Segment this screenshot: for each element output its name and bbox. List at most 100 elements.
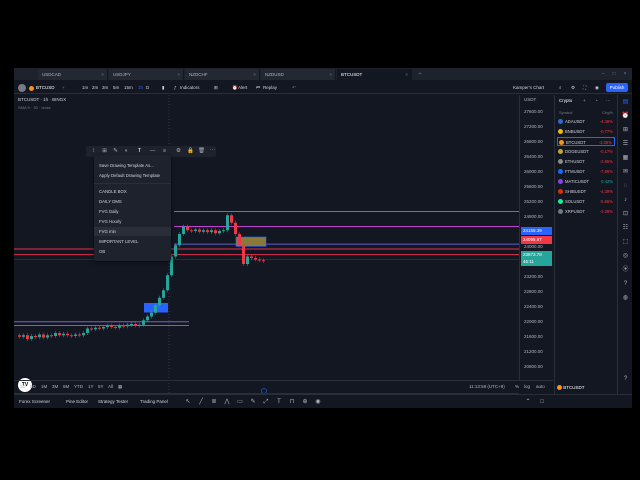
replay-icon[interactable]: ⏮ — [256, 84, 260, 92]
undo-icon[interactable]: ↶ — [292, 84, 296, 92]
watchlist-row[interactable]: SOLUSDT -5.66% — [557, 197, 615, 206]
calculator-icon[interactable]: ⊡ — [621, 210, 630, 219]
range-5d[interactable]: 5D — [30, 384, 36, 389]
price-scale[interactable]: USDT 27600.00 27200.00 26800.00 26400.00 260… — [519, 95, 553, 380]
indicators-button[interactable]: Indicators — [180, 84, 200, 92]
tab-pine-editor[interactable]: Pine Editor — [66, 399, 88, 404]
watchlist-row[interactable]: XRPUSDT -3.28% — [557, 207, 615, 216]
price-chart[interactable] — [14, 95, 519, 394]
window-close-icon[interactable]: × — [621, 70, 629, 78]
range-1d[interactable]: 1D — [20, 384, 26, 389]
range-1y[interactable]: 1Y — [88, 384, 94, 389]
interval-1m[interactable]: 1m — [82, 84, 88, 92]
log-toggle[interactable]: log — [524, 384, 530, 389]
menu-item-important-level[interactable]: IMPORTANT LEVEL — [99, 237, 138, 246]
close-icon[interactable]: × — [329, 69, 332, 80]
cursor-icon[interactable]: ↖ — [184, 398, 192, 406]
menu-item-fvg-min[interactable]: FVG min — [94, 227, 171, 236]
data-window-icon[interactable]: ⊞ — [621, 126, 630, 135]
watchlist-row[interactable]: ADAUSDT -4.49% — [557, 117, 615, 126]
settings-icon[interactable]: ⚙ — [174, 147, 183, 156]
watchlist-row[interactable]: SHIBUSDT -4.39% — [557, 187, 615, 196]
interval-1h[interactable]: 1h — [138, 84, 143, 92]
measure-icon[interactable]: ⤢ — [262, 398, 270, 406]
range-1m[interactable]: 1M — [41, 384, 47, 389]
maximize-panel-icon[interactable]: □ — [538, 398, 546, 406]
brush-icon[interactable]: ✎ — [249, 398, 257, 406]
help-circle-icon[interactable]: ? — [621, 375, 630, 384]
interval-2m[interactable]: 2m — [92, 84, 98, 92]
currency-label[interactable]: USDT — [524, 97, 536, 102]
tab-strategy-tester[interactable]: Strategy Tester — [98, 399, 128, 404]
watchlist-row[interactable]: BNBUSDT -0.77% — [557, 127, 615, 136]
add-symbol-icon[interactable]: + — [583, 98, 586, 103]
clock[interactable]: 11:13:58 (UTC+8) — [469, 384, 505, 389]
interval-15m[interactable]: 15m — [124, 84, 133, 92]
tab-nzdchf[interactable]: NZDCHF × — [185, 69, 260, 80]
tab-trading-panel[interactable]: Trading Panel — [140, 399, 168, 404]
layout-name[interactable]: Kamper's Chart — [513, 84, 544, 92]
menu-item-fvg-hourly[interactable]: FVG Hourly — [99, 217, 121, 226]
collapse-icon[interactable]: ⌃ — [524, 398, 532, 406]
interval-d[interactable]: D — [146, 84, 149, 92]
more-icon[interactable]: ⋯ — [606, 98, 611, 104]
auto-toggle[interactable]: auto — [536, 384, 545, 389]
tab-usdjpy[interactable]: USDJPY × — [109, 69, 184, 80]
camera-icon[interactable]: ◉ — [595, 84, 599, 92]
hotlist-icon[interactable]: ☰ — [621, 140, 630, 149]
range-5y[interactable]: 5Y — [98, 384, 104, 389]
more-icon[interactable]: ⋯ — [208, 147, 217, 156]
menu-item-candle-box[interactable]: CANDLE BOX — [99, 187, 127, 196]
publish-button[interactable]: Publish — [606, 83, 628, 92]
bell-icon[interactable]: ◍ — [621, 294, 630, 303]
trash-icon[interactable]: 🗑 — [197, 147, 206, 156]
percent-toggle[interactable]: % — [515, 384, 519, 389]
text-icon[interactable]: T — [275, 398, 283, 406]
fullscreen-icon[interactable]: ⛶ — [583, 84, 586, 92]
tab-forex-screener[interactable]: Forex Screener — [19, 399, 50, 404]
range-6m[interactable]: 6M — [63, 384, 69, 389]
calendar-icon[interactable]: ▦ — [621, 154, 630, 163]
settings-icon[interactable]: ⚙ — [571, 84, 575, 92]
search-icon[interactable]: ⌕ — [559, 84, 562, 92]
menu-item-save-template[interactable]: Save Drawing Template As... — [99, 161, 154, 170]
lock-icon[interactable]: 🔒 — [186, 147, 195, 156]
help-icon[interactable]: ? — [621, 280, 630, 289]
candles-icon[interactable]: ▮ — [162, 84, 164, 92]
symbol-search[interactable]: BTCUSD — [36, 84, 55, 92]
maximize-icon[interactable]: □ — [610, 70, 618, 78]
magnet-icon[interactable]: ⊓ — [288, 398, 296, 406]
pulse-icon[interactable]: ⦿ — [621, 266, 630, 275]
range-all[interactable]: All — [108, 384, 113, 389]
range-3m[interactable]: 3M — [52, 384, 58, 389]
trendline-icon[interactable]: ╱ — [197, 398, 205, 406]
tab-btcusdt[interactable]: BTCUSDT × — [337, 69, 412, 80]
menu-item-ob[interactable]: OB — [99, 247, 105, 256]
pattern-icon[interactable]: ⋀ — [223, 398, 231, 406]
broadcast-icon[interactable]: ◎ — [621, 252, 630, 261]
indicators-icon[interactable]: ƒ — [174, 84, 177, 92]
close-icon[interactable]: × — [405, 69, 408, 80]
menu-item-apply-default[interactable]: Apply Default Drawing Template — [99, 171, 160, 180]
close-icon[interactable]: × — [101, 69, 104, 80]
interval-5m[interactable]: 5m — [113, 84, 119, 92]
ideas-stream-icon[interactable]: ☷ — [621, 224, 630, 233]
compare-icon[interactable]: + — [62, 84, 65, 92]
tab-usdcad[interactable]: USDCAD × — [38, 69, 108, 80]
rectangle-icon[interactable]: ▭ — [236, 398, 244, 406]
eye-icon[interactable]: ◉ — [314, 398, 322, 406]
watchlist-icon[interactable]: ▤ — [621, 98, 630, 107]
chat-icon[interactable]: ◌ — [621, 182, 630, 191]
col-symbol[interactable]: Symbol — [559, 110, 572, 115]
watchlist-row[interactable]: FTMUSDT -7.86% — [557, 167, 615, 176]
close-icon[interactable]: × — [177, 69, 180, 80]
watchlist-row[interactable]: MATICUSDT 0.42% — [557, 177, 615, 186]
notifications-icon[interactable]: ♪ — [621, 196, 630, 205]
tab-nzdusd[interactable]: NZDUSD × — [261, 69, 336, 80]
replay-button[interactable]: Replay — [263, 84, 277, 92]
objects-icon[interactable]: ⬚ — [621, 238, 630, 247]
chart-pane[interactable]: BTCUSDT · 1h · BINGX SMA 9 · 30 · close … — [14, 95, 519, 404]
watchlist-row[interactable]: DOGEUSDT -0.17% — [557, 147, 615, 156]
watchlist-row[interactable]: BTCUSDT -3.09% — [557, 137, 615, 146]
avatar[interactable] — [18, 84, 26, 92]
